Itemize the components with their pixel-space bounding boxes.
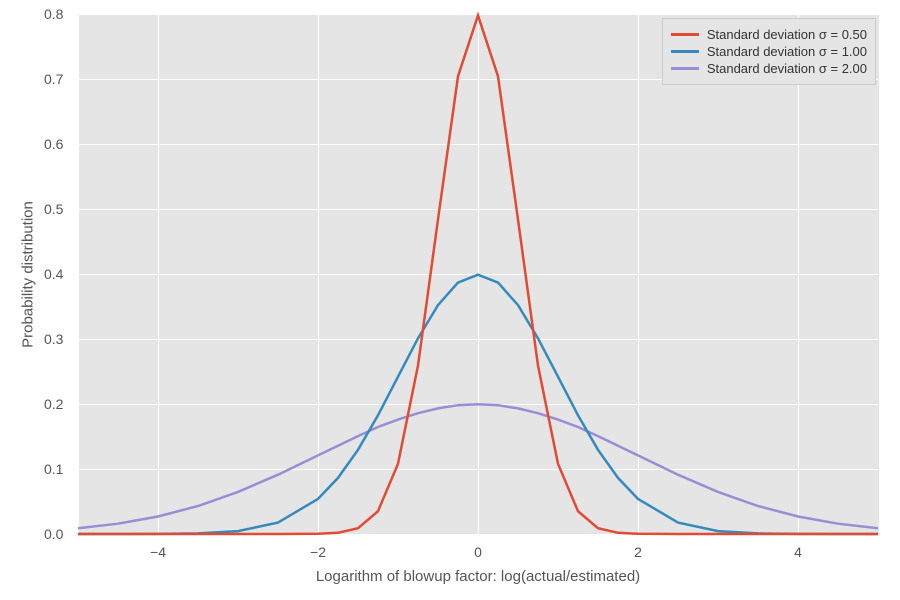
legend-label: Standard deviation σ = 2.00 — [707, 61, 867, 76]
y-tick-label: 0.0 — [44, 526, 63, 542]
legend-item: Standard deviation σ = 1.00 — [671, 44, 867, 59]
x-tick-label: 2 — [630, 544, 646, 560]
x-tick-label: 4 — [790, 544, 806, 560]
legend-swatch-icon — [671, 50, 699, 53]
y-tick-label: 0.5 — [44, 201, 63, 217]
legend-label: Standard deviation σ = 1.00 — [707, 44, 867, 59]
y-tick-label: 0.7 — [44, 71, 63, 87]
y-axis-label: Probability distribution — [20, 15, 37, 535]
x-axis-label: Logarithm of blowup factor: log(actual/e… — [78, 568, 878, 585]
y-tick-label: 0.6 — [44, 136, 63, 152]
x-tick-label: 0 — [470, 544, 486, 560]
legend-item: Standard deviation σ = 2.00 — [671, 61, 867, 76]
series-line-sigma-2 — [78, 404, 878, 528]
x-tick-label: −4 — [148, 544, 168, 560]
legend-label: Standard deviation σ = 0.50 — [707, 27, 867, 42]
x-tick-label: −2 — [308, 544, 328, 560]
y-tick-label: 0.3 — [44, 331, 63, 347]
y-tick-label: 0.2 — [44, 396, 63, 412]
chart-container: −4 −2 0 2 4 0.0 0.1 0.2 0.3 0.4 0.5 0.6 … — [0, 0, 900, 600]
legend: Standard deviation σ = 0.50 Standard dev… — [662, 18, 876, 85]
y-tick-label: 0.4 — [44, 266, 63, 282]
legend-swatch-icon — [671, 67, 699, 70]
y-tick-label: 0.1 — [44, 461, 63, 477]
y-tick-label: 0.8 — [44, 6, 63, 22]
chart-svg — [0, 0, 900, 600]
legend-item: Standard deviation σ = 0.50 — [671, 27, 867, 42]
legend-swatch-icon — [671, 33, 699, 36]
